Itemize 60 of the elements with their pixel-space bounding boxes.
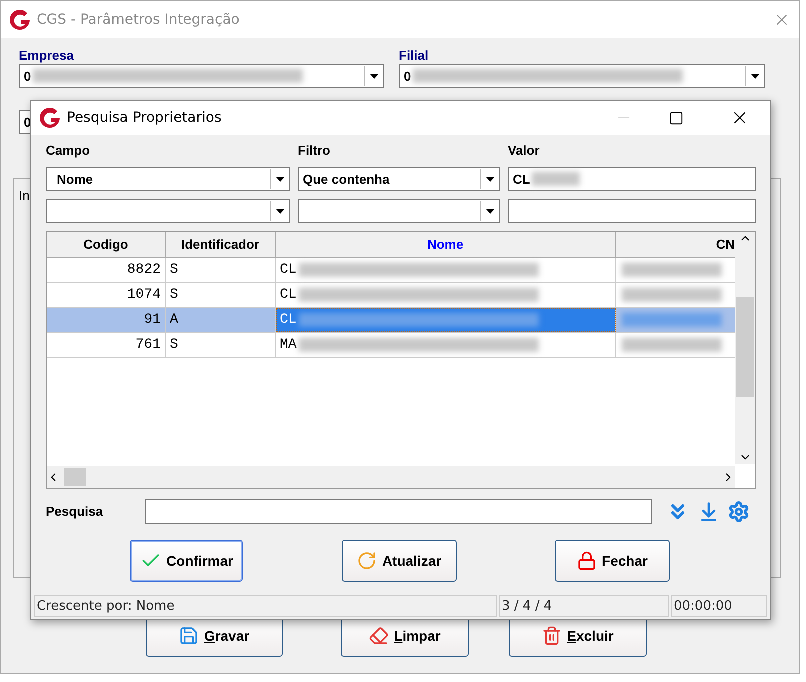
dropdown-field[interactable]: 0 (399, 64, 765, 88)
status-text: Crescente por: Nome (34, 595, 497, 617)
scrollbar-thumb[interactable] (736, 297, 754, 397)
vertical-scrollbar[interactable] (735, 232, 755, 464)
field-label: Campo (46, 143, 92, 159)
caret-icon (750, 74, 760, 78)
input-field[interactable] (508, 199, 756, 223)
caret-icon (486, 208, 494, 214)
column-header[interactable]: Codigo (47, 232, 166, 257)
table-row[interactable]: 1074 S CL (47, 283, 736, 308)
table-cell: MA (280, 337, 297, 353)
dropdown-field[interactable]: Que contenha (298, 167, 500, 191)
table-row[interactable]: 91 A CL (47, 308, 736, 333)
dropdown-field[interactable] (46, 199, 290, 223)
caret-icon (486, 176, 494, 182)
table-cell: CL (280, 287, 297, 303)
logo-icon (39, 107, 61, 129)
trash-icon (542, 626, 562, 646)
table-cell: 8822 (47, 258, 166, 282)
dialog-title: Pesquisa Proprietarios (67, 110, 223, 126)
field-label: Pesquisa (46, 504, 104, 520)
table-cell: 1074 (47, 283, 166, 307)
table-row[interactable]: 8822 S CL (47, 258, 736, 283)
table-cell: 91 (47, 308, 166, 332)
caret-icon (276, 208, 284, 214)
column-header[interactable]: Nome (276, 232, 616, 257)
dropdown-field[interactable]: 0 (19, 64, 384, 88)
table-cell: 761 (47, 333, 166, 357)
refresh-icon (357, 551, 378, 571)
table-row[interactable]: 761 S MA (47, 333, 736, 358)
window-title: CGS - Parâmetros Integração (37, 12, 241, 28)
refresh-button[interactable]: Atualizar (342, 540, 457, 582)
field-label: Valor (508, 143, 541, 159)
status-text: 00:00:00 (671, 595, 767, 617)
eraser-icon (369, 626, 390, 646)
table-cell: CL (280, 262, 297, 278)
table-cell: S (166, 283, 276, 307)
caret-icon (370, 74, 378, 78)
logo-icon (9, 8, 31, 30)
field-label: Empresa (19, 48, 75, 64)
settings-icon[interactable] (728, 500, 750, 522)
scrollbar-thumb[interactable] (64, 468, 86, 486)
input-field[interactable]: CL (508, 167, 756, 191)
close-button[interactable]: Fechar (555, 540, 670, 582)
search-field[interactable] (145, 499, 652, 524)
lock-icon (577, 551, 598, 571)
table-cell: S (166, 258, 276, 282)
confirm-button[interactable]: Confirmar (130, 540, 243, 582)
horizontal-scrollbar[interactable] (47, 466, 735, 488)
table-cell: CL (280, 312, 297, 328)
table-cell: S (166, 333, 276, 357)
dropdown-field[interactable] (298, 199, 500, 223)
field-label: Filtro (298, 143, 332, 159)
column-header[interactable]: Identificador (166, 232, 276, 257)
dropdown-field[interactable]: Nome (46, 167, 290, 191)
field-label: Filial (399, 48, 430, 64)
caret-icon (276, 176, 284, 182)
status-text: 3 / 4 / 4 (499, 595, 669, 617)
maximize-icon[interactable] (669, 110, 684, 126)
tab[interactable]: In (19, 188, 30, 203)
